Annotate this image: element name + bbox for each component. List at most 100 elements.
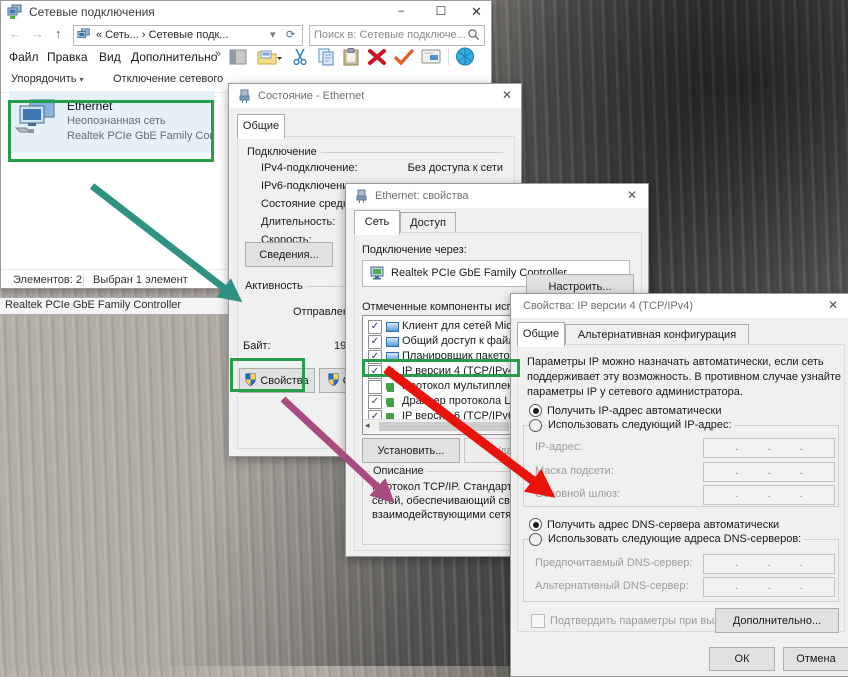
manual-ip-radio[interactable] — [529, 419, 542, 432]
row-value: Без доступа к сети — [229, 162, 503, 174]
ip-address-label: IP-адрес: — [535, 441, 582, 453]
breadcrumb[interactable]: « Сеть... › Сетевые подк... ▾ ⟳ — [73, 25, 303, 46]
cut-icon[interactable] — [291, 48, 309, 69]
connection-item-ethernet[interactable]: Ethernet Неопознанная сеть Realtek PCIe … — [9, 91, 215, 153]
description-group-label: Описание — [370, 465, 427, 477]
validate-checkbox[interactable] — [531, 614, 545, 628]
status-dialog-titlebar[interactable]: Состояние - Ethernet ✕ — [229, 84, 521, 108]
connection-group-label: Подключение — [247, 146, 317, 158]
manual-dns-radio[interactable] — [529, 533, 542, 546]
row-label: IPv6-подключение: — [261, 180, 358, 192]
component-checkbox[interactable] — [368, 380, 382, 394]
ethernet-plug-icon — [355, 189, 368, 207]
bytes-label: Байт: — [243, 340, 271, 352]
views-icon[interactable] — [229, 48, 248, 69]
ethernet-plug-icon — [238, 89, 251, 107]
ipv4-dialog-close-icon[interactable]: ✕ — [819, 294, 847, 316]
preferred-dns-label: Предпочитаемый DNS-сервер: — [535, 557, 692, 569]
auto-ip-radio[interactable] — [529, 404, 542, 417]
ipv4-properties-dialog: Свойства: IP версии 4 (TCP/IPv4) ✕ Общие… — [510, 293, 848, 677]
auto-ip-radio-label[interactable]: Получить IP-адрес автоматически — [547, 405, 721, 417]
adapter-tooltip: Realtek PCIe GbE Family Controller — [0, 297, 229, 315]
tab-network[interactable]: Сеть — [354, 210, 400, 235]
status-dialog-title: Состояние - Ethernet — [258, 90, 364, 102]
delete-icon[interactable] — [367, 48, 387, 69]
advanced-button[interactable]: Дополнительно... — [715, 608, 839, 633]
chevron-down-icon[interactable]: ▾ — [270, 28, 276, 41]
auto-dns-radio[interactable] — [529, 518, 542, 531]
connect-via-label: Подключение через: — [362, 244, 467, 256]
subnet-mask-field[interactable]: . . . — [703, 462, 835, 482]
adapter-dialog-title: Ethernet: свойства — [375, 190, 469, 202]
row-label: Состояние среды: — [261, 198, 354, 210]
minimize-button[interactable]: – — [385, 1, 417, 23]
component-checkbox[interactable]: ✓ — [368, 395, 382, 409]
manual-ip-radio-label[interactable]: Использовать следующий IP-адрес: — [545, 419, 735, 431]
sharing-icon — [386, 337, 399, 347]
validate-checkbox-label[interactable]: Подтвердить параметры при выходе — [550, 615, 738, 627]
adapter-mini-icon — [369, 266, 385, 283]
tab-general[interactable]: Общие — [517, 322, 565, 347]
description-line: взаимодействующими сетями. — [372, 509, 528, 521]
connection-name: Ethernet — [67, 99, 112, 113]
status-divider — [83, 273, 84, 286]
intro-line: параметры IP у сетевого администратора. — [527, 386, 743, 398]
close-button[interactable]: ✕ — [462, 1, 491, 23]
menu-edit[interactable]: Правка — [47, 50, 88, 64]
scroll-left-icon[interactable]: ◂ — [365, 420, 370, 431]
maximize-button[interactable]: ☐ — [425, 1, 457, 23]
preferred-dns-field[interactable]: . . . — [703, 554, 835, 574]
menu-file[interactable]: Файл — [9, 50, 39, 64]
menu-advanced[interactable]: Дополнительно — [131, 50, 217, 64]
menu-bar: Файл Правка Вид Дополнительно » — [1, 46, 491, 69]
gateway-field[interactable]: . . . — [703, 485, 835, 505]
help-shell-icon[interactable] — [455, 47, 475, 69]
component-checkbox[interactable]: ✓ — [368, 365, 382, 379]
search-input[interactable]: Поиск в: Сетевые подключе... — [309, 25, 485, 46]
uac-shield-icon — [328, 373, 339, 389]
details-button[interactable]: Сведения... — [245, 242, 333, 267]
adapter-dialog-titlebar[interactable]: Ethernet: свойства ✕ — [346, 184, 648, 208]
back-icon[interactable]: ← — [9, 26, 22, 41]
ok-button[interactable]: ОК — [709, 647, 775, 671]
manual-dns-radio-label[interactable]: Использовать следующие адреса DNS-сервер… — [545, 533, 804, 545]
component-checkbox[interactable]: ✓ — [368, 335, 382, 349]
intro-line: Параметры IP можно назначать автоматичес… — [527, 356, 824, 368]
organize-button[interactable]: Упорядочить ▾ — [11, 73, 84, 85]
status-selected: Выбран 1 элемент — [93, 274, 188, 286]
copy-icon[interactable] — [317, 48, 335, 69]
ip-address-field[interactable]: . . . — [703, 438, 835, 458]
install-button[interactable]: Установить... — [362, 438, 460, 463]
new-folder-icon[interactable] — [257, 48, 283, 69]
forward-icon[interactable]: → — [31, 26, 44, 41]
ipv4-dialog-titlebar[interactable]: Свойства: IP версии 4 (TCP/IPv4) ✕ — [511, 294, 848, 318]
properties-icon[interactable] — [421, 49, 441, 67]
network-connections-app-icon — [7, 4, 23, 23]
adapter-dialog-close-icon[interactable]: ✕ — [618, 184, 646, 206]
breadcrumb-path[interactable]: « Сеть... › Сетевые подк... — [96, 29, 228, 41]
disable-network-button[interactable]: Отключение сетевого — [113, 73, 223, 85]
component-label-ipv4[interactable]: IP версии 4 (TCP/IPv4) — [402, 365, 518, 377]
search-icon[interactable] — [467, 28, 480, 44]
adapter-tooltip-text: Realtek PCIe GbE Family Controller — [5, 299, 181, 311]
cancel-button[interactable]: Отмена — [783, 647, 848, 671]
menu-overflow-icon[interactable]: » — [215, 48, 221, 60]
status-tab-general[interactable]: Общие — [237, 114, 285, 139]
component-checkbox[interactable]: ✓ — [368, 320, 382, 334]
client-icon — [386, 322, 399, 332]
auto-dns-radio-label[interactable]: Получить адрес DNS-сервера автоматически — [547, 519, 779, 531]
rename-check-icon[interactable] — [393, 48, 415, 69]
properties-button[interactable]: Свойства — [239, 368, 315, 393]
scrollbar-thumb[interactable] — [379, 422, 509, 431]
alternate-dns-field[interactable]: . . . — [703, 577, 835, 597]
ethernet-adapter-icon — [14, 98, 58, 143]
status-dialog-close-icon[interactable]: ✕ — [493, 84, 521, 106]
paste-icon[interactable] — [343, 48, 359, 69]
menu-view[interactable]: Вид — [99, 50, 121, 64]
refresh-icon[interactable]: ⟳ — [286, 28, 295, 41]
up-icon[interactable]: ↑ — [55, 26, 62, 41]
address-bar: ← → ↑ « Сеть... › Сетевые подк... ▾ ⟳ По… — [1, 23, 491, 46]
uac-shield-icon — [245, 373, 256, 389]
component-checkbox[interactable]: ✓ — [368, 350, 382, 364]
explorer-titlebar[interactable]: Сетевые подключения – ☐ ✕ — [1, 1, 491, 23]
